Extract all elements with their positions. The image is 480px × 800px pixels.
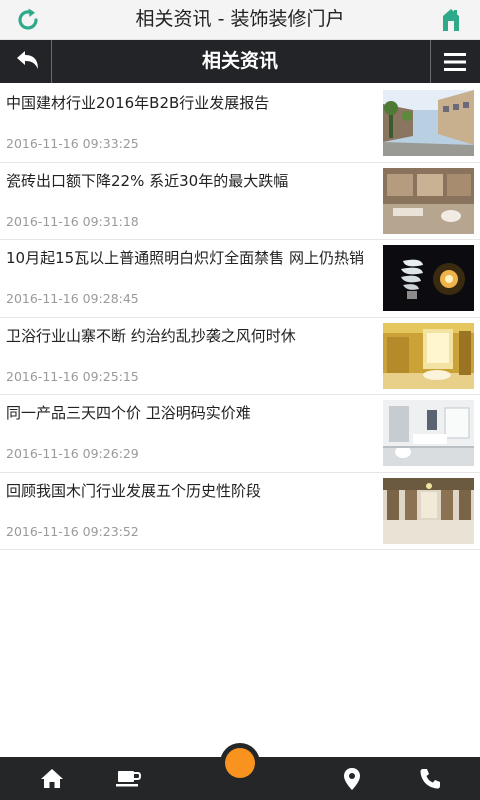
hamburger-icon	[444, 53, 466, 71]
article-title[interactable]: 瓷砖出口额下降22% 系近30年的最大跌幅	[6, 170, 376, 191]
article-thumbnail[interactable]	[383, 245, 474, 311]
tab-coffee[interactable]	[104, 757, 152, 800]
article-thumbnail[interactable]	[383, 90, 474, 156]
article-title[interactable]: 10月起15瓦以上普通照明白炽灯全面禁售 网上仍热销	[6, 247, 376, 268]
article-thumbnail[interactable]	[383, 167, 474, 234]
app-title-bar: 相关资讯 - 装饰装修门户	[0, 0, 480, 40]
nav-bar: 相关资讯	[0, 40, 480, 83]
tab-location[interactable]	[328, 757, 376, 800]
location-icon	[344, 768, 360, 790]
list-item[interactable]: 中国建材行业2016年B2B行业发展报告 2016-11-16 09:33:25	[0, 85, 480, 163]
list-item[interactable]: 10月起15瓦以上普通照明白炽灯全面禁售 网上仍热销 2016-11-16 09…	[0, 240, 480, 318]
article-date: 2016-11-16 09:28:45	[6, 291, 139, 306]
menu-button[interactable]	[430, 40, 480, 83]
article-date: 2016-11-16 09:33:25	[6, 136, 139, 151]
article-date: 2016-11-16 09:26:29	[6, 446, 139, 461]
phone-icon	[420, 769, 440, 789]
article-title[interactable]: 同一产品三天四个价 卫浴明码实价难	[6, 402, 376, 423]
coffee-icon	[116, 771, 142, 787]
app-title: 相关资讯 - 装饰装修门户	[135, 8, 345, 30]
home-icon	[41, 769, 63, 788]
page: 相关资讯 - 装饰装修门户 相关资讯 中国建材行业2016年B2B行业发展报告 …	[0, 0, 480, 800]
article-date: 2016-11-16 09:31:18	[6, 213, 139, 229]
article-thumbnail[interactable]	[383, 477, 474, 544]
article-title[interactable]: 中国建材行业2016年B2B行业发展报告	[6, 92, 376, 113]
list-item[interactable]: 瓷砖出口额下降22% 系近30年的最大跌幅 2016-11-16 09:31:1…	[0, 163, 480, 240]
tab-phone[interactable]	[406, 757, 454, 800]
article-date: 2016-11-16 09:23:52	[6, 523, 139, 539]
tab-home[interactable]	[28, 757, 76, 800]
article-date: 2016-11-16 09:25:15	[6, 368, 139, 384]
refresh-icon[interactable]	[14, 6, 42, 34]
article-thumbnail[interactable]	[383, 322, 474, 389]
back-button[interactable]	[0, 40, 52, 83]
bottom-tab-bar	[0, 743, 480, 800]
center-action-button[interactable]	[220, 743, 260, 783]
center-action-dot	[225, 748, 255, 778]
article-title[interactable]: 卫浴行业山寨不断 约治约乱抄袭之风何时休	[6, 325, 376, 346]
list-item[interactable]: 卫浴行业山寨不断 约治约乱抄袭之风何时休 2016-11-16 09:25:15	[0, 318, 480, 395]
article-thumbnail[interactable]	[383, 400, 474, 466]
back-arrow-icon	[17, 51, 38, 69]
list-item[interactable]: 同一产品三天四个价 卫浴明码实价难 2016-11-16 09:26:29	[0, 395, 480, 473]
home-icon[interactable]	[440, 7, 462, 33]
page-title: 相关资讯	[201, 50, 278, 72]
news-list: 中国建材行业2016年B2B行业发展报告 2016-11-16 09:33:25	[0, 85, 480, 550]
list-item[interactable]: 回顾我国木门行业发展五个历史性阶段 2016-11-16 09:23:52	[0, 473, 480, 550]
article-title[interactable]: 回顾我国木门行业发展五个历史性阶段	[6, 480, 376, 501]
